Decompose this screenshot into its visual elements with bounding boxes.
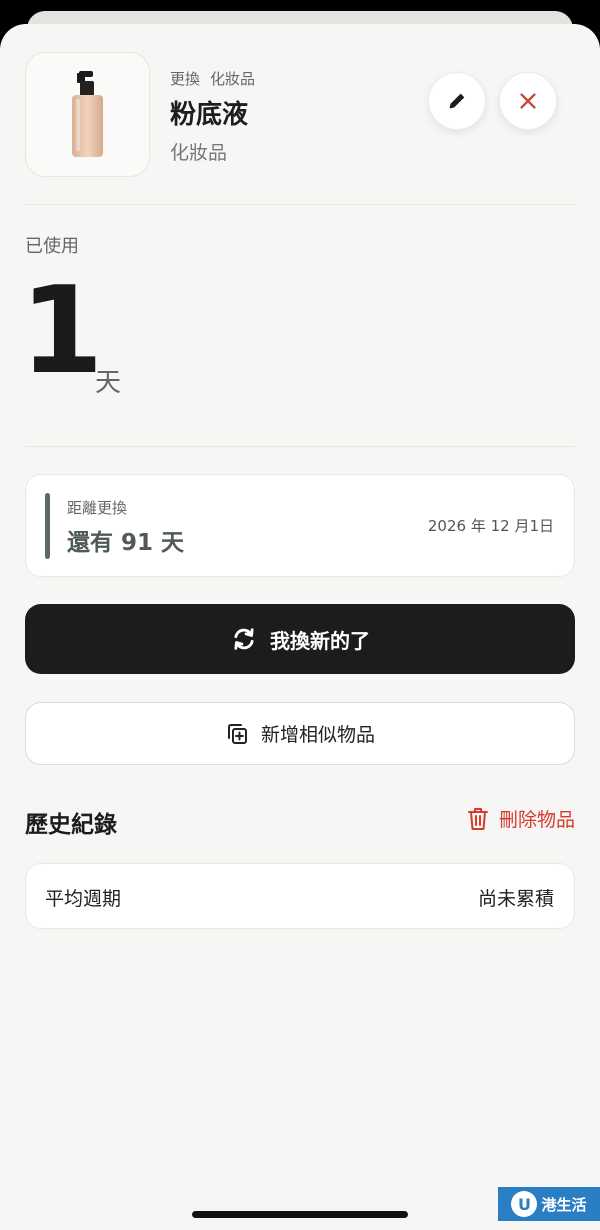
watermark: U 港生活 [498, 1187, 600, 1221]
average-cycle-label: 平均週期 [45, 888, 122, 910]
replacement-label: 距離更換 [67, 499, 128, 517]
home-indicator[interactable] [192, 1211, 408, 1218]
item-name: 粉底液 [170, 100, 249, 130]
replaced-button[interactable]: 我換新的了 [25, 604, 575, 674]
average-cycle-value: 尚未累積 [477, 888, 554, 910]
usage-unit: 天 [95, 368, 122, 398]
history-title: 歷史紀錄 [25, 812, 117, 838]
add-similar-button[interactable]: 新增相似物品 [25, 702, 575, 765]
tag-category: 化妝品 [210, 70, 256, 88]
item-tags: 更換 化妝品 [170, 68, 255, 89]
usage-label: 已使用 [25, 236, 79, 257]
watermark-logo: U [511, 1191, 538, 1217]
replacement-card: 距離更換 還有 91 天 2026 年 12 月1日 [25, 474, 575, 577]
tag-action: 更換 [170, 70, 201, 88]
item-thumbnail [25, 52, 150, 177]
watermark-text: 港生活 [541, 1195, 587, 1214]
close-icon [520, 93, 536, 109]
item-category: 化妝品 [170, 142, 228, 164]
pencil-icon [449, 93, 465, 109]
add-similar-label: 新增相似物品 [260, 724, 375, 746]
divider [25, 446, 575, 447]
replacement-date: 2026 年 12 月1日 [427, 517, 554, 535]
replacement-remaining: 還有 91 天 [67, 530, 185, 556]
accent-bar [45, 493, 50, 559]
foundation-bottle-image [72, 71, 103, 157]
divider [25, 204, 575, 205]
average-cycle-row: 平均週期 尚未累積 [25, 863, 575, 929]
trash-icon [467, 807, 488, 830]
close-button[interactable] [499, 72, 557, 130]
refresh-icon [234, 628, 254, 650]
usage-count: 1 [20, 262, 104, 401]
delete-item-button[interactable]: 刪除物品 [467, 805, 575, 832]
delete-item-label: 刪除物品 [498, 809, 575, 831]
replaced-button-label: 我換新的了 [270, 628, 370, 653]
edit-button[interactable] [428, 72, 486, 130]
add-copy-icon [227, 723, 247, 744]
